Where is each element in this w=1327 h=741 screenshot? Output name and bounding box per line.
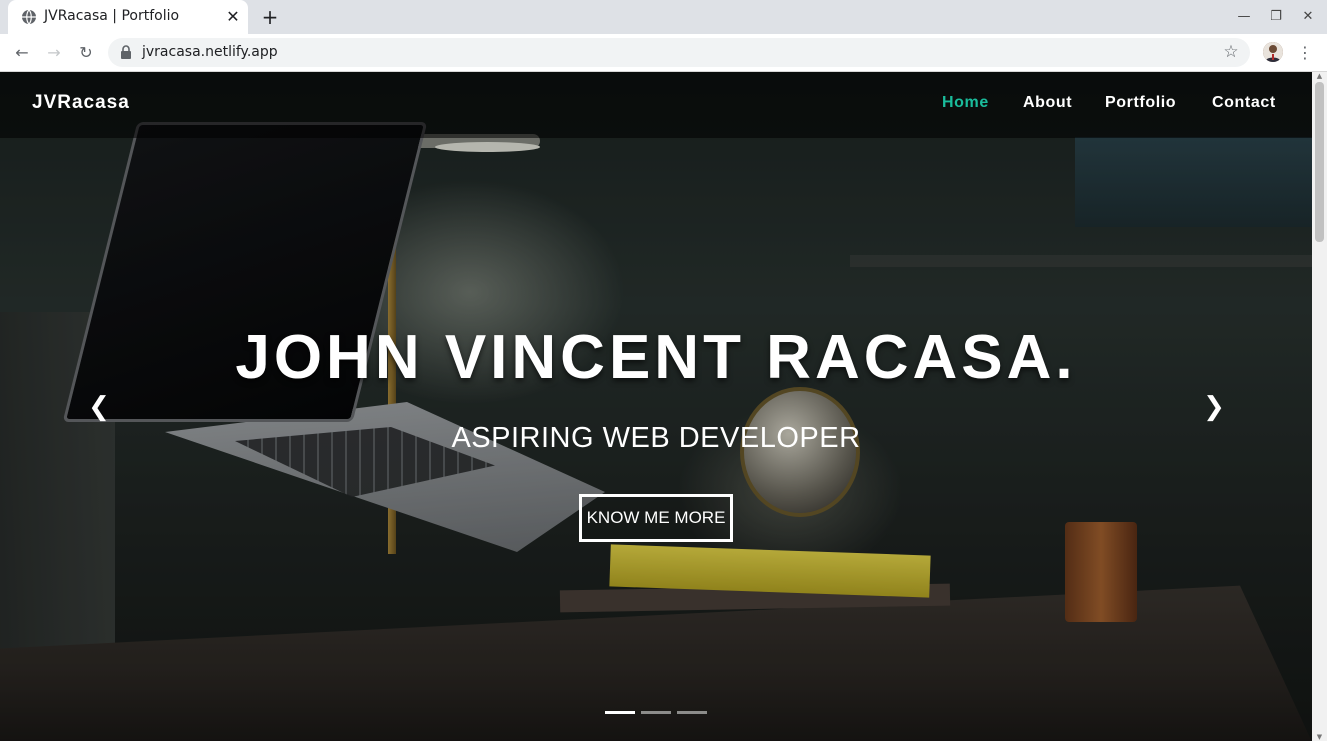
carousel-indicator-3[interactable] [677, 711, 707, 714]
back-button[interactable]: ← [10, 41, 34, 65]
carousel-indicator-1[interactable] [605, 711, 635, 714]
lock-icon [121, 45, 131, 59]
know-me-more-button[interactable]: KNOW ME MORE [579, 494, 733, 542]
nav-portfolio[interactable]: Portfolio [1105, 94, 1176, 112]
hero-subtitle: ASPIRING WEB DEVELOPER [451, 422, 861, 454]
nav-about[interactable]: About [1023, 94, 1072, 112]
site-navbar: JVRacasa Home About Portfolio Contact [0, 72, 1312, 138]
hero-overlay [0, 72, 1312, 741]
scroll-thumb[interactable] [1315, 82, 1324, 242]
browser-toolbar: ← → ↻ jvracasa.netlify.app ☆ ⋮ [0, 34, 1327, 72]
reload-button[interactable]: ↻ [74, 41, 98, 65]
star-icon[interactable]: ☆ [1222, 43, 1240, 61]
close-tab-icon[interactable]: ✕ [224, 8, 242, 26]
forward-button[interactable]: → [42, 41, 66, 65]
minimize-button[interactable]: — [1232, 6, 1256, 28]
nav-contact[interactable]: Contact [1212, 94, 1276, 112]
tab-strip: JVRacasa | Portfolio ✕ + — ❐ ✕ [0, 0, 1327, 34]
scroll-up-icon[interactable]: ▲ [1315, 72, 1324, 80]
avatar-image [1263, 42, 1283, 62]
carousel-indicator-2[interactable] [641, 711, 671, 714]
restore-button[interactable]: ❐ [1264, 6, 1288, 28]
hero-title: JOHN VINCENT RACASA. [235, 323, 1077, 392]
profile-avatar[interactable] [1263, 42, 1283, 62]
globe-icon [22, 9, 36, 25]
browser-menu-icon[interactable]: ⋮ [1296, 41, 1314, 65]
page-scrollbar[interactable]: ▲ ▼ [1312, 72, 1327, 741]
site-brand[interactable]: JVRacasa [32, 92, 130, 114]
tab-title: JVRacasa | Portfolio [44, 8, 180, 24]
url-text: jvracasa.netlify.app [142, 44, 278, 60]
nav-home[interactable]: Home [942, 94, 989, 112]
page-viewport: JVRacasa Home About Portfolio Contact JO… [0, 72, 1312, 741]
address-bar[interactable]: jvracasa.netlify.app ☆ [108, 38, 1250, 67]
new-tab-button[interactable]: + [258, 6, 282, 28]
scroll-down-icon[interactable]: ▼ [1315, 733, 1324, 741]
carousel-next-icon[interactable]: ❯ [1199, 392, 1229, 422]
close-window-button[interactable]: ✕ [1296, 6, 1320, 28]
carousel-prev-icon[interactable]: ❮ [84, 392, 114, 422]
browser-tab[interactable]: JVRacasa | Portfolio ✕ [8, 0, 248, 34]
